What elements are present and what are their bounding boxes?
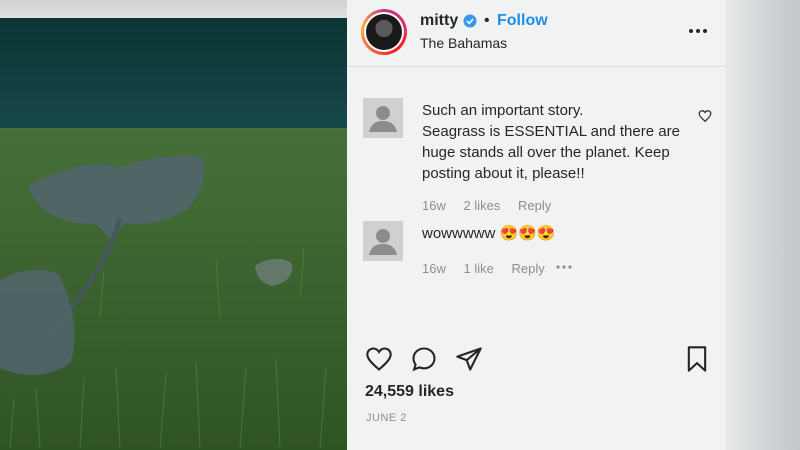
- comment-age: 16w: [422, 198, 446, 213]
- comment-text: wowwwww 😍😍😍: [422, 223, 556, 244]
- comment-line: posting about it, please!!: [422, 165, 585, 182]
- profile-avatar[interactable]: [361, 9, 407, 55]
- post-photo[interactable]: [0, 18, 347, 450]
- follow-button[interactable]: Follow: [497, 12, 548, 30]
- comment-line: wowwwww 😍😍😍: [422, 225, 556, 242]
- commenter-avatar[interactable]: [363, 98, 403, 138]
- separator-dot: •: [484, 12, 490, 29]
- comment-meta: 16w 1 like Reply: [422, 261, 559, 276]
- reply-button[interactable]: Reply: [511, 261, 544, 276]
- location-link[interactable]: The Bahamas: [420, 35, 507, 51]
- header-divider: [347, 66, 726, 67]
- comment-meta: 16w 2 likes Reply: [422, 198, 565, 213]
- like-count[interactable]: 24,559 likes: [365, 383, 454, 401]
- share-icon[interactable]: [455, 345, 483, 373]
- bookmark-icon[interactable]: [683, 345, 711, 373]
- comment-more-icon[interactable]: [555, 263, 573, 271]
- comment-likes[interactable]: 1 like: [463, 261, 493, 276]
- stingray-scene: [0, 18, 347, 450]
- heart-icon[interactable]: [365, 345, 393, 373]
- username[interactable]: mitty: [420, 12, 458, 30]
- post-date: JUNE 2: [366, 412, 407, 424]
- comment-text: Such an important story. Seagrass is ESS…: [422, 100, 680, 184]
- default-avatar-icon: [369, 106, 397, 132]
- verified-icon: [463, 14, 477, 28]
- comment-line: Seagrass is ESSENTIAL and there are: [422, 123, 680, 140]
- comment-age: 16w: [422, 261, 446, 276]
- commenter-avatar[interactable]: [363, 221, 403, 261]
- more-options-icon[interactable]: [686, 22, 710, 38]
- default-avatar-icon: [369, 229, 397, 255]
- comment-like-heart-icon[interactable]: [698, 109, 712, 123]
- reply-button[interactable]: Reply: [518, 198, 551, 213]
- comment-line: huge stands all over the planet. Keep: [422, 144, 670, 161]
- right-edge: [726, 0, 800, 450]
- comment-line: Such an important story.: [422, 102, 584, 119]
- comment-likes[interactable]: 2 likes: [463, 198, 500, 213]
- comment-icon[interactable]: [410, 345, 438, 373]
